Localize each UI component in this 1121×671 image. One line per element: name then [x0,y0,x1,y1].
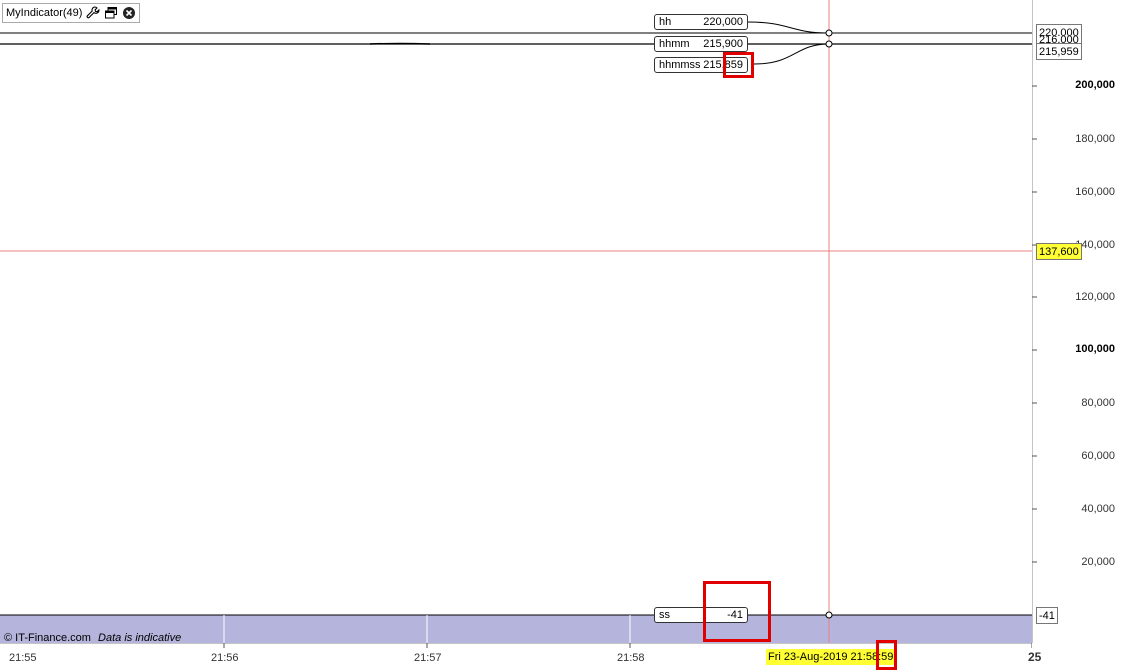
annotation-box-seconds [876,640,897,670]
y-tick-200000: 200,000 [1075,79,1115,91]
x-tick-2155: 21:55 [9,652,37,664]
ss-axis-tag: -41 [1036,607,1058,624]
ss-marker [825,611,833,619]
hhmm-marker [825,40,833,48]
ss-label-name: ss [659,609,670,621]
annotation-box-ss [703,581,771,642]
hh-marker [825,29,833,37]
close-icon[interactable] [122,6,136,20]
hhmm-label[interactable]: hhmm 215,900 [654,36,748,52]
cursor-time-prefix: Fri 23-Aug-2019 21:58: [768,651,882,663]
wrench-icon[interactable] [86,6,100,20]
y-tick-40000: 40,000 [1081,503,1115,515]
cursor-price-tag: 137,600 [1036,243,1082,260]
y-tick-160000: 160,000 [1075,186,1115,198]
annotation-box-hhmmss [723,52,754,78]
x-tick-2157: 21:57 [414,652,442,664]
hhmm-label-name: hhmm [659,38,690,50]
chart-plot-area[interactable]: MyIndicator(49) hh 220,000 hhmm 215,900 … [0,0,1032,644]
x-tick-2156: 21:56 [211,652,239,664]
y-tick-60000: 60,000 [1081,450,1115,462]
y-tick-100000: 100,000 [1075,343,1115,355]
y-tick-20000: 20,000 [1081,556,1115,568]
hh-label-value: 220,000 [703,16,743,28]
y-tick-180000: 180,000 [1075,133,1115,145]
indicator-title-bar: MyIndicator(49) [2,3,141,23]
hh-label-name: hh [659,16,672,28]
y-tick-120000: 120,000 [1075,291,1115,303]
indicator-title: MyIndicator(49) [6,7,83,19]
hhmm-label-value: 215,900 [703,38,743,50]
price-axis[interactable]: 200,000 180,000 160,000 140,000 120,000 … [1032,0,1121,671]
x-tick-day: 25 [1028,650,1042,664]
hhmmss-label-name: hhmmss [659,59,701,71]
window-icon[interactable] [104,6,118,20]
hh-label[interactable]: hh 220,000 [654,14,748,30]
hhmmss-axis-tag: 215,959 [1036,43,1082,60]
y-tick-80000: 80,000 [1081,397,1115,409]
x-tick-2158: 21:58 [617,652,645,664]
